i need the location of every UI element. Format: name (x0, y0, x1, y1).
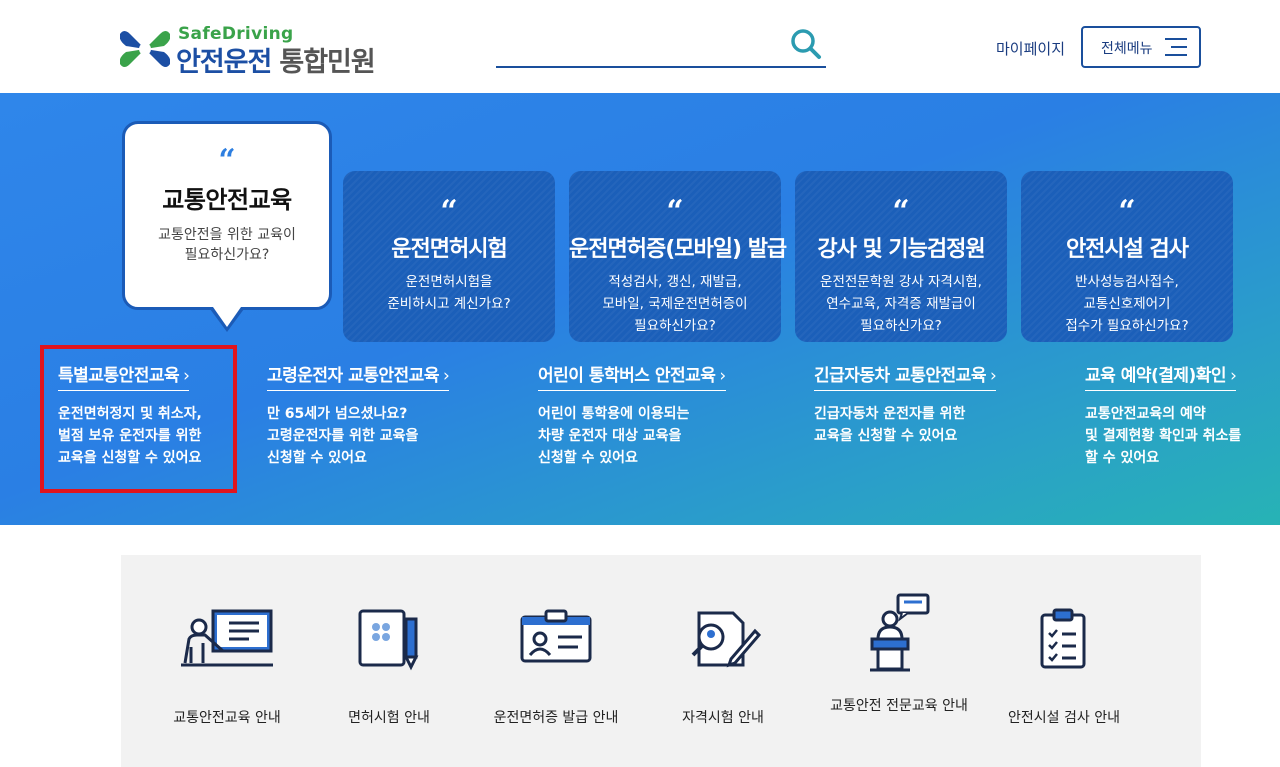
education-reservation-check-link[interactable]: 교육 예약(결제)확인 › 교통안전교육의 예약 및 결제현황 확인과 취소를 할… (1085, 361, 1241, 469)
service-label: 교통안전교육 안내 (173, 710, 281, 726)
link-desc-line: 차량 운전자 대상 교육을 (538, 428, 682, 444)
card-desc: 운전전문학원 강사 자격시험, 연수교육, 자격증 재발급이 필요하신가요? (795, 271, 1007, 337)
card-desc-line: 운전전문학원 강사 자격시험, (820, 274, 982, 290)
link-title[interactable]: 교육 예약(결제)확인 › (1085, 361, 1237, 391)
chevron-right-icon: › (719, 366, 726, 386)
search-bar (496, 24, 826, 68)
link-desc-line: 고령운전자를 위한 교육을 (267, 428, 419, 444)
mypage-link[interactable]: 마이페이지 (996, 38, 1065, 59)
logo-title-suffix: 통합민원 (279, 47, 375, 78)
traffic-safety-education-bubble[interactable]: “ 교통안전교육 교통안전을 위한 교육이 필요하신가요? (122, 121, 332, 310)
link-desc: 교통안전교육의 예약 및 결제현황 확인과 취소를 할 수 있어요 (1085, 403, 1241, 469)
card-desc-line: 운전면허시험을 (405, 274, 493, 290)
card-desc-line: 필요하신가요? (634, 318, 716, 334)
all-menu-label: 전체메뉴 (1101, 41, 1153, 57)
link-desc-line: 교육을 신청할 수 있어요 (814, 428, 958, 444)
service-traffic-safety-education[interactable]: 교통안전교육 안내 (137, 607, 317, 727)
speaker-podium-icon (870, 593, 930, 672)
qualification-exam-icon (691, 611, 761, 668)
link-desc-line: 신청할 수 있어요 (267, 450, 367, 466)
chevron-right-icon: › (989, 366, 997, 386)
link-desc-line: 할 수 있어요 (1085, 450, 1160, 466)
link-title-text: 고령운전자 교통안전교육 (267, 366, 439, 386)
card-title: 운전면허증(모바일) 발급 (569, 237, 787, 262)
link-desc: 긴급자동차 운전자를 위한 교육을 신청할 수 있어요 (814, 403, 996, 447)
card-license-exam[interactable]: “ 운전면허시험 운전면허시험을 준비하시고 계신가요? (343, 171, 555, 342)
link-desc-line: 및 결제현황 확인과 취소를 (1085, 428, 1242, 444)
bubble-desc-line: 교통안전을 위한 교육이 (158, 227, 296, 243)
quote-icon: “ (666, 194, 684, 229)
search-input[interactable] (496, 24, 776, 64)
card-safety-facility-inspection[interactable]: “ 안전시설 검사 반사성능검사접수, 교통신호제어기 접수가 필요하신가요? (1021, 171, 1233, 342)
card-desc-line: 모바일, 국제운전면허증이 (602, 296, 748, 312)
service-license-issuance[interactable]: 운전면허증 발급 안내 (466, 607, 646, 727)
service-label: 안전시설 검사 안내 (1008, 710, 1120, 726)
service-label: 운전면허증 발급 안내 (493, 710, 619, 726)
link-title[interactable]: 긴급자동차 교통안전교육 › (814, 361, 997, 391)
service-safety-facility-inspection[interactable]: 안전시설 검사 안내 (974, 607, 1154, 727)
id-card-icon (520, 609, 592, 663)
bubble-tail (213, 307, 241, 327)
search-icon[interactable] (790, 28, 822, 60)
clover-logo-icon (120, 31, 170, 67)
quote-icon: “ (892, 194, 910, 229)
service-qualification-exam[interactable]: 자격시험 안내 (633, 607, 813, 727)
all-menu-button[interactable]: 전체메뉴 (1081, 26, 1201, 68)
link-desc-line: 만 65세가 넘으셨나요? (267, 406, 408, 422)
quote-icon: “ (440, 194, 458, 229)
card-desc-line: 반사성능검사접수, (1075, 274, 1179, 290)
link-title-text: 긴급자동차 교통안전교육 (814, 366, 986, 386)
card-desc: 적성검사, 갱신, 재발급, 모바일, 국제운전면허증이 필요하신가요? (569, 271, 781, 337)
hamburger-icon (1165, 38, 1187, 56)
card-desc-line: 연수교육, 자격증 재발급이 (826, 296, 976, 312)
card-title: 운전면허시험 (391, 237, 507, 262)
site-header: SafeDriving 안전운전 통합민원 마이페이지 전체메뉴 (0, 0, 1280, 93)
card-title: 안전시설 검사 (1065, 237, 1189, 262)
chevron-right-icon: › (1230, 366, 1237, 386)
service-label: 면허시험 안내 (348, 710, 430, 726)
service-professional-education[interactable]: 교통안전 전문교육 안내 (809, 593, 989, 715)
quote-icon: “ (218, 143, 236, 178)
logo-title-main: 안전운전 (176, 47, 272, 78)
card-title: 강사 및 기능검정원 (817, 237, 985, 262)
bubble-desc: 교통안전을 위한 교육이 필요하신가요? (125, 225, 329, 265)
link-title[interactable]: 고령운전자 교통안전교육 › (267, 361, 450, 391)
link-desc: 만 65세가 넘으셨나요? 고령운전자를 위한 교육을 신청할 수 있어요 (267, 403, 449, 469)
service-license-exam[interactable]: 면허시험 안내 (299, 607, 479, 727)
card-desc: 운전면허시험을 준비하시고 계신가요? (343, 271, 555, 315)
link-title[interactable]: 어린이 통학버스 안전교육 › (538, 361, 726, 391)
school-bus-education-link[interactable]: 어린이 통학버스 안전교육 › 어린이 통학용에 이용되는 차량 운전자 대상 교… (538, 361, 726, 469)
card-license-issuance[interactable]: “ 운전면허증(모바일) 발급 적성검사, 갱신, 재발급, 모바일, 국제운전… (569, 171, 787, 342)
card-desc-line: 필요하신가요? (860, 318, 942, 334)
link-desc-line: 신청할 수 있어요 (538, 450, 638, 466)
card-desc-line: 접수가 필요하신가요? (1065, 318, 1189, 334)
link-title-text: 교육 예약(결제)확인 (1085, 366, 1227, 386)
link-desc-line: 긴급자동차 운전자를 위한 (814, 406, 966, 422)
site-logo[interactable]: SafeDriving 안전운전 통합민원 (120, 24, 400, 78)
card-instructor-examiner[interactable]: “ 강사 및 기능검정원 운전전문학원 강사 자격시험, 연수교육, 자격증 재… (795, 171, 1007, 342)
logo-title: 안전운전 통합민원 (176, 40, 376, 79)
link-title-text: 어린이 통학버스 안전교육 (538, 366, 716, 386)
elderly-driver-education-link[interactable]: 고령운전자 교통안전교육 › 만 65세가 넘으셨나요? 고령운전자를 위한 교육… (267, 361, 450, 469)
link-desc: 어린이 통학용에 이용되는 차량 운전자 대상 교육을 신청할 수 있어요 (538, 403, 726, 469)
link-desc-line: 어린이 통학용에 이용되는 (538, 406, 690, 422)
emergency-vehicle-education-link[interactable]: 긴급자동차 교통안전교육 › 긴급자동차 운전자를 위한 교육을 신청할 수 있어… (814, 361, 997, 447)
link-desc-line: 교통안전교육의 예약 (1085, 406, 1206, 422)
card-desc-line: 준비하시고 계신가요? (387, 296, 511, 312)
highlight-box (40, 345, 237, 493)
service-label: 교통안전 전문교육 안내 (830, 698, 968, 714)
license-exam-icon (358, 609, 419, 671)
card-desc: 반사성능검사접수, 교통신호제어기 접수가 필요하신가요? (1021, 271, 1233, 337)
bubble-desc-line: 필요하신가요? (184, 247, 270, 263)
lecture-icon (181, 609, 273, 667)
bubble-title: 교통안전교육 (162, 186, 292, 214)
chevron-right-icon: › (442, 366, 450, 386)
card-desc-line: 교통신호제어기 (1083, 296, 1171, 312)
service-label: 자격시험 안내 (682, 710, 764, 726)
checklist-icon (1040, 608, 1086, 669)
card-desc-line: 적성검사, 갱신, 재발급, (608, 274, 742, 290)
quote-icon: “ (1118, 194, 1136, 229)
service-guide-panel: 교통안전교육 안내 면허시험 안내 운전면허증 발급 안내 자격시험 안내 교통… (121, 555, 1201, 767)
